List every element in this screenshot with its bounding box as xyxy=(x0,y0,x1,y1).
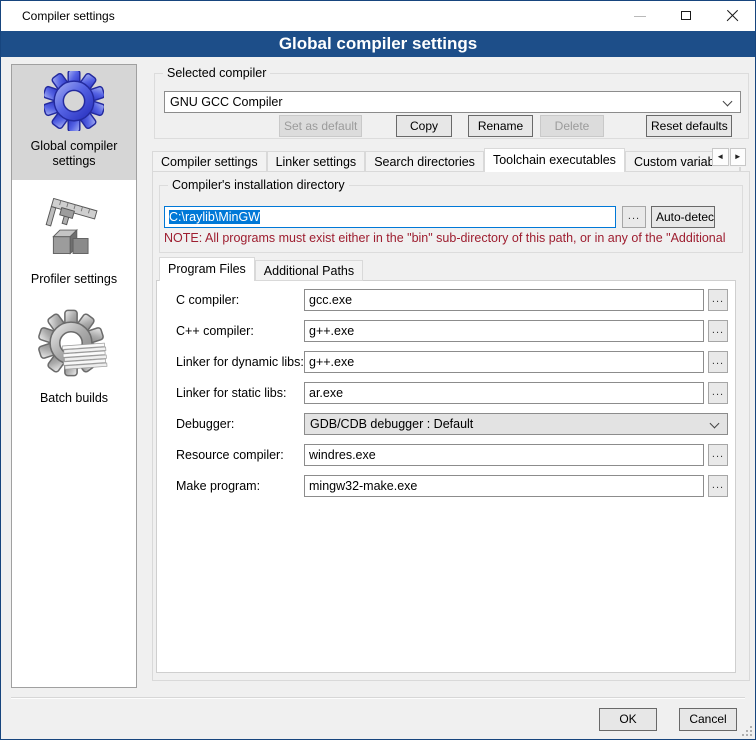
resize-grip-icon[interactable] xyxy=(742,726,752,736)
sidebar-item-label: Batch builds xyxy=(12,391,136,406)
dialog-header: Global compiler settings xyxy=(1,31,755,57)
maximize-button[interactable] xyxy=(663,1,709,31)
browse-dynamic-linker-button[interactable]: ... xyxy=(708,351,728,373)
cpp-compiler-input[interactable]: g++.exe xyxy=(304,320,704,342)
footer-divider xyxy=(11,697,745,699)
copy-button[interactable]: Copy xyxy=(396,115,452,137)
resource-compiler-input[interactable]: windres.exe xyxy=(304,444,704,466)
static-linker-input[interactable]: ar.exe xyxy=(304,382,704,404)
tab-scroll-right-icon[interactable]: ► xyxy=(730,148,747,166)
compiler-settings-dialog: Compiler settings Global compiler settin… xyxy=(0,0,756,740)
delete-button: Delete xyxy=(540,115,604,137)
debugger-value: GDB/CDB debugger : Default xyxy=(310,417,473,431)
subtab-additional-paths[interactable]: Additional Paths xyxy=(255,260,363,281)
cancel-button[interactable]: Cancel xyxy=(679,708,737,731)
tab-scroll-left-icon[interactable]: ◄ xyxy=(712,148,729,166)
tab-linker-settings[interactable]: Linker settings xyxy=(267,151,366,172)
program-files-tabstrip: Program Files Additional Paths xyxy=(159,257,363,281)
bin-subdirectory-note: NOTE: All programs must exist either in … xyxy=(164,231,742,245)
browse-static-linker-button[interactable]: ... xyxy=(708,382,728,404)
sidebar-item-label: Profiler settings xyxy=(12,272,136,287)
sidebar-item-global-compiler-settings[interactable]: Global compiler settings xyxy=(12,65,136,180)
tab-search-directories[interactable]: Search directories xyxy=(365,151,484,172)
browse-resource-compiler-button[interactable]: ... xyxy=(708,444,728,466)
batch-builds-gear-icon xyxy=(37,309,111,383)
titlebar: Compiler settings xyxy=(1,1,755,31)
reset-defaults-button[interactable]: Reset defaults xyxy=(646,115,732,137)
caption-buttons xyxy=(617,1,755,31)
selected-compiler-group-label: Selected compiler xyxy=(163,66,270,81)
cpp-compiler-label: C++ compiler: xyxy=(176,320,254,342)
sidebar-item-label: Global compiler settings xyxy=(12,139,136,169)
installation-directory-input[interactable]: C:\raylib\MinGW xyxy=(164,206,616,228)
debugger-label: Debugger: xyxy=(176,413,234,435)
tab-compiler-settings[interactable]: Compiler settings xyxy=(152,151,267,172)
installation-directory-group-label: Compiler's installation directory xyxy=(168,178,349,193)
c-compiler-label: C compiler: xyxy=(176,289,239,311)
selected-compiler-value: GNU GCC Compiler xyxy=(170,95,283,109)
browse-directory-button[interactable]: ... xyxy=(622,206,646,228)
page-title: Global compiler settings xyxy=(1,31,755,56)
browse-make-program-button[interactable]: ... xyxy=(708,475,728,497)
debugger-combobox[interactable]: GDB/CDB debugger : Default xyxy=(304,413,728,435)
subtab-program-files[interactable]: Program Files xyxy=(159,257,255,281)
minimize-button xyxy=(617,1,663,31)
window-title: Compiler settings xyxy=(22,1,115,31)
sidebar-item-profiler-settings[interactable]: Profiler settings xyxy=(12,190,136,287)
make-program-label: Make program: xyxy=(176,475,260,497)
browse-cpp-compiler-button[interactable]: ... xyxy=(708,320,728,342)
auto-detect-button[interactable]: Auto-detect xyxy=(651,206,715,228)
tab-scroll-buttons: ◄ ► xyxy=(712,148,747,167)
settings-sidebar: Global compiler settings xyxy=(11,64,137,688)
compiler-gear-icon xyxy=(44,71,104,131)
dynamic-linker-input[interactable]: g++.exe xyxy=(304,351,704,373)
tab-toolchain-executables[interactable]: Toolchain executables xyxy=(484,148,625,172)
ok-button[interactable]: OK xyxy=(599,708,657,731)
sidebar-item-batch-builds[interactable]: Batch builds xyxy=(12,301,136,406)
rename-button[interactable]: Rename xyxy=(468,115,533,137)
dynamic-linker-label: Linker for dynamic libs: xyxy=(176,351,304,373)
browse-c-compiler-button[interactable]: ... xyxy=(708,289,728,311)
caliper-icon xyxy=(44,198,104,264)
set-as-default-button: Set as default xyxy=(279,115,362,137)
minimize-icon xyxy=(634,16,646,17)
maximize-icon xyxy=(681,11,691,20)
close-button[interactable] xyxy=(709,1,755,31)
c-compiler-input[interactable]: gcc.exe xyxy=(304,289,704,311)
settings-tabstrip: Compiler settings Linker settings Search… xyxy=(152,148,746,172)
make-program-input[interactable]: mingw32-make.exe xyxy=(304,475,704,497)
resource-compiler-label: Resource compiler: xyxy=(176,444,284,466)
static-linker-label: Linker for static libs: xyxy=(176,382,286,404)
chevron-down-icon xyxy=(710,419,720,429)
installation-directory-value: C:\raylib\MinGW xyxy=(169,210,260,224)
selected-compiler-combobox[interactable]: GNU GCC Compiler xyxy=(164,91,741,113)
chevron-down-icon xyxy=(723,97,733,107)
